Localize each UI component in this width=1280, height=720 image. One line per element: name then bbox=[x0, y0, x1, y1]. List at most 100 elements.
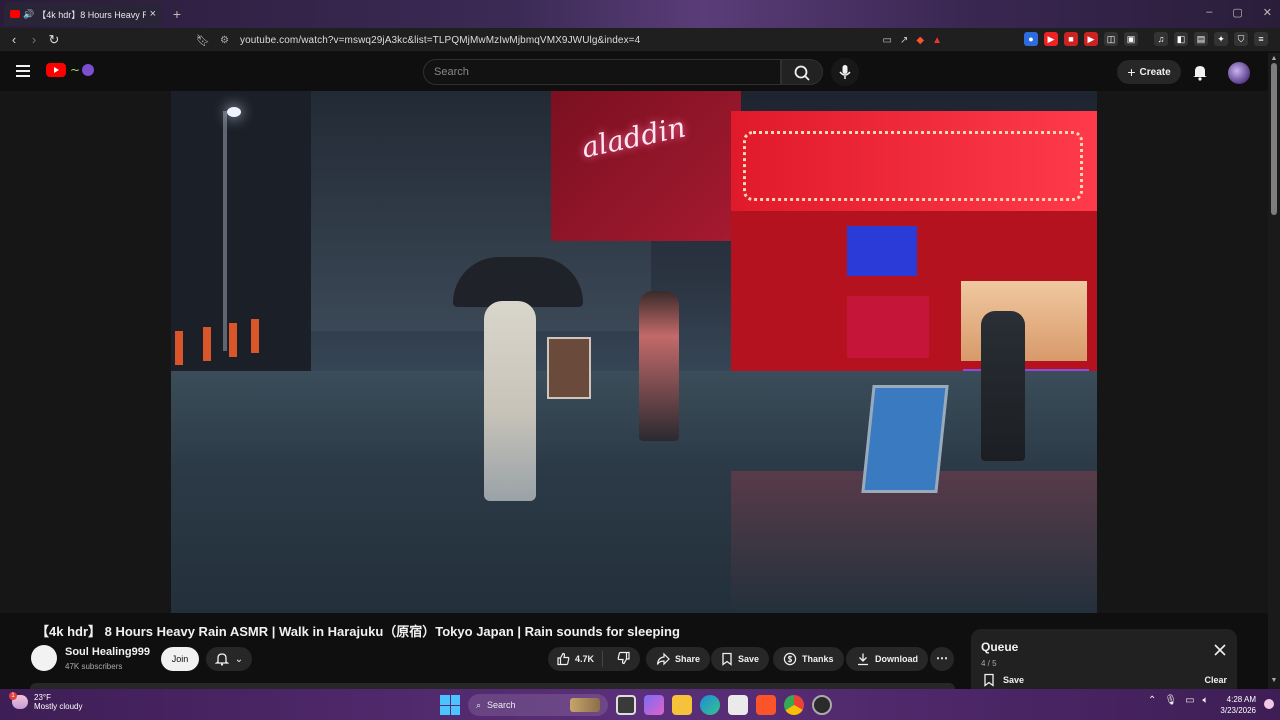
queue-clear-button[interactable]: Clear bbox=[1204, 675, 1227, 685]
system-clock[interactable]: 4:28 AM 3/23/2026 bbox=[1220, 694, 1256, 716]
more-actions-button[interactable]: ⋯ bbox=[930, 647, 954, 671]
windows-start-icon[interactable] bbox=[440, 695, 460, 715]
save-label: Save bbox=[738, 654, 760, 664]
tab-title: 【4k hdr】8 Hours Heavy Rain bbox=[37, 9, 146, 20]
page-scrollbar[interactable]: ▲ ▼ bbox=[1268, 53, 1280, 689]
maximize-icon[interactable]: ▢ bbox=[1232, 6, 1242, 19]
volume-icon[interactable]: 🔈︎ bbox=[1203, 695, 1209, 706]
microphone-icon bbox=[839, 65, 851, 79]
address-bar-row: ‹ › ↻ 🔖︎ ⚙ youtube.com/watch?v=mswq29jA3… bbox=[0, 28, 1280, 52]
queue-close-icon[interactable] bbox=[1213, 643, 1227, 657]
copilot-icon[interactable] bbox=[644, 695, 664, 715]
weather-cloud-icon: 1 bbox=[9, 692, 28, 709]
sidebar-icon[interactable]: ◧ bbox=[1174, 32, 1188, 46]
cast-icon[interactable]: ▭ bbox=[883, 35, 892, 46]
browser-tab-active[interactable]: 🔊 【4k hdr】8 Hours Heavy Rain × bbox=[4, 2, 162, 26]
subscriber-count: 47K subscribers bbox=[65, 662, 123, 671]
guide-menu-icon[interactable] bbox=[16, 65, 30, 80]
join-button[interactable]: Join bbox=[161, 647, 199, 671]
new-tab-button[interactable]: + bbox=[168, 5, 186, 23]
share-button[interactable]: Share bbox=[646, 647, 711, 671]
minimize-icon[interactable]: – bbox=[1206, 6, 1212, 19]
back-icon[interactable]: ‹ bbox=[6, 32, 22, 48]
like-dislike-group: 4.7K bbox=[548, 647, 640, 671]
channel-name[interactable]: Soul Healing999 bbox=[65, 646, 150, 658]
network-icon[interactable]: ▭ bbox=[1185, 695, 1194, 706]
scrollbar-thumb[interactable] bbox=[1271, 63, 1277, 215]
menu-icon[interactable]: ≡ bbox=[1254, 32, 1268, 46]
vpn-icon[interactable]: ⛉ bbox=[1234, 32, 1248, 46]
bookmark-icon[interactable]: 🔖︎ bbox=[196, 34, 210, 47]
tab-close-icon[interactable]: × bbox=[150, 8, 156, 20]
bookmark-icon bbox=[984, 673, 994, 687]
forward-icon[interactable]: › bbox=[26, 32, 42, 48]
brave-browser-icon[interactable] bbox=[756, 695, 776, 715]
video-player[interactable]: aladdin bbox=[0, 91, 1268, 613]
speaker-icon[interactable]: 🔊 bbox=[23, 9, 34, 20]
chevron-down-icon: ⌄ bbox=[234, 653, 244, 665]
download-label: Download bbox=[875, 654, 918, 664]
music-icon[interactable]: ♫ bbox=[1154, 32, 1168, 46]
scroll-down-icon[interactable]: ▼ bbox=[1270, 677, 1278, 684]
reload-icon[interactable]: ↻ bbox=[46, 32, 62, 48]
channel-avatar[interactable] bbox=[31, 645, 57, 671]
microsoft-store-icon[interactable] bbox=[728, 695, 748, 715]
wallet-icon[interactable]: ▤ bbox=[1194, 32, 1208, 46]
temperature: 23°F bbox=[34, 693, 51, 702]
site-info-icon[interactable]: ⚙ bbox=[220, 35, 234, 46]
video-title: 【4k hdr】 8 Hours Heavy Rain ASMR | Walk … bbox=[36, 624, 680, 639]
voice-search-button[interactable] bbox=[831, 58, 859, 86]
search-button[interactable] bbox=[781, 59, 823, 85]
weather-condition: Mostly cloudy bbox=[34, 702, 83, 711]
thanks-button[interactable]: Thanks bbox=[773, 647, 844, 671]
obs-icon[interactable] bbox=[812, 695, 832, 715]
window-close-icon[interactable]: ✕ bbox=[1263, 6, 1272, 19]
create-button[interactable]: + Create bbox=[1117, 60, 1181, 84]
queue-save-button[interactable]: Save bbox=[983, 673, 1024, 687]
queue-save-label: Save bbox=[1003, 675, 1025, 685]
youtube-logo[interactable]: ~ bbox=[46, 63, 95, 77]
extension-icon[interactable]: ▶ bbox=[1084, 32, 1098, 46]
search-input[interactable]: Search bbox=[423, 59, 781, 85]
file-explorer-icon[interactable] bbox=[672, 695, 692, 715]
save-button[interactable]: Save bbox=[711, 647, 770, 671]
url-field[interactable]: 🔖︎ ⚙ youtube.com/watch?v=mswq29jA3kc&lis… bbox=[196, 30, 942, 50]
search-icon: ⌕ bbox=[476, 699, 482, 710]
bell-icon bbox=[214, 653, 229, 666]
extension-icon[interactable]: ▣ bbox=[1124, 32, 1138, 46]
account-avatar[interactable] bbox=[1228, 62, 1250, 84]
task-view-icon[interactable] bbox=[616, 695, 636, 715]
doodle-dot bbox=[82, 64, 95, 76]
extensions-bar: ● ▶ ■ ▶ ◫ ▣ ♫ ◧ ▤ ✦ ⛉ ≡ bbox=[1024, 32, 1268, 46]
extension-icon[interactable]: ● bbox=[1024, 32, 1038, 46]
plus-icon: + bbox=[1127, 64, 1136, 80]
scroll-up-icon[interactable]: ▲ bbox=[1270, 55, 1278, 62]
chrome-icon[interactable] bbox=[784, 695, 804, 715]
search-highlight-image bbox=[570, 698, 600, 712]
dislike-button[interactable] bbox=[608, 651, 640, 667]
browser-tab-strip: 🔊 【4k hdr】8 Hours Heavy Rain × + – ▢ ✕ bbox=[0, 0, 1280, 28]
edge-icon[interactable] bbox=[700, 695, 720, 715]
extension-icon[interactable]: ■ bbox=[1064, 32, 1078, 46]
like-button[interactable]: 4.7K bbox=[548, 651, 604, 667]
subscription-bell-button[interactable]: ⌄ bbox=[206, 647, 252, 671]
leo-ai-icon[interactable]: ✦ bbox=[1214, 32, 1228, 46]
microphone-tray-icon[interactable]: 🎙︎ bbox=[1164, 695, 1177, 706]
youtube-favicon-icon bbox=[10, 10, 20, 18]
brave-rewards-icon[interactable]: ▲ bbox=[932, 35, 942, 46]
weather-widget[interactable]: 1 23°F Mostly cloudy bbox=[9, 692, 83, 711]
download-button[interactable]: Download bbox=[846, 647, 928, 671]
download-icon bbox=[858, 653, 868, 666]
brave-shield-icon[interactable]: ◆ bbox=[916, 35, 924, 46]
youtube-play-icon bbox=[46, 63, 66, 77]
chevron-up-icon[interactable]: ⌃ bbox=[1148, 695, 1156, 706]
taskbar-search[interactable]: ⌕ Search bbox=[468, 694, 608, 716]
notification-icon[interactable] bbox=[1264, 699, 1274, 709]
extension-icon[interactable]: ◫ bbox=[1104, 32, 1118, 46]
youtube-doodle: ~ bbox=[70, 63, 81, 77]
extension-icon[interactable]: ▶ bbox=[1044, 32, 1058, 46]
clock-time: 4:28 AM bbox=[1226, 695, 1256, 704]
share-page-icon[interactable]: ↗ bbox=[900, 35, 908, 46]
video-frame[interactable]: aladdin bbox=[171, 91, 1097, 613]
notifications-bell-icon[interactable] bbox=[1191, 63, 1209, 81]
